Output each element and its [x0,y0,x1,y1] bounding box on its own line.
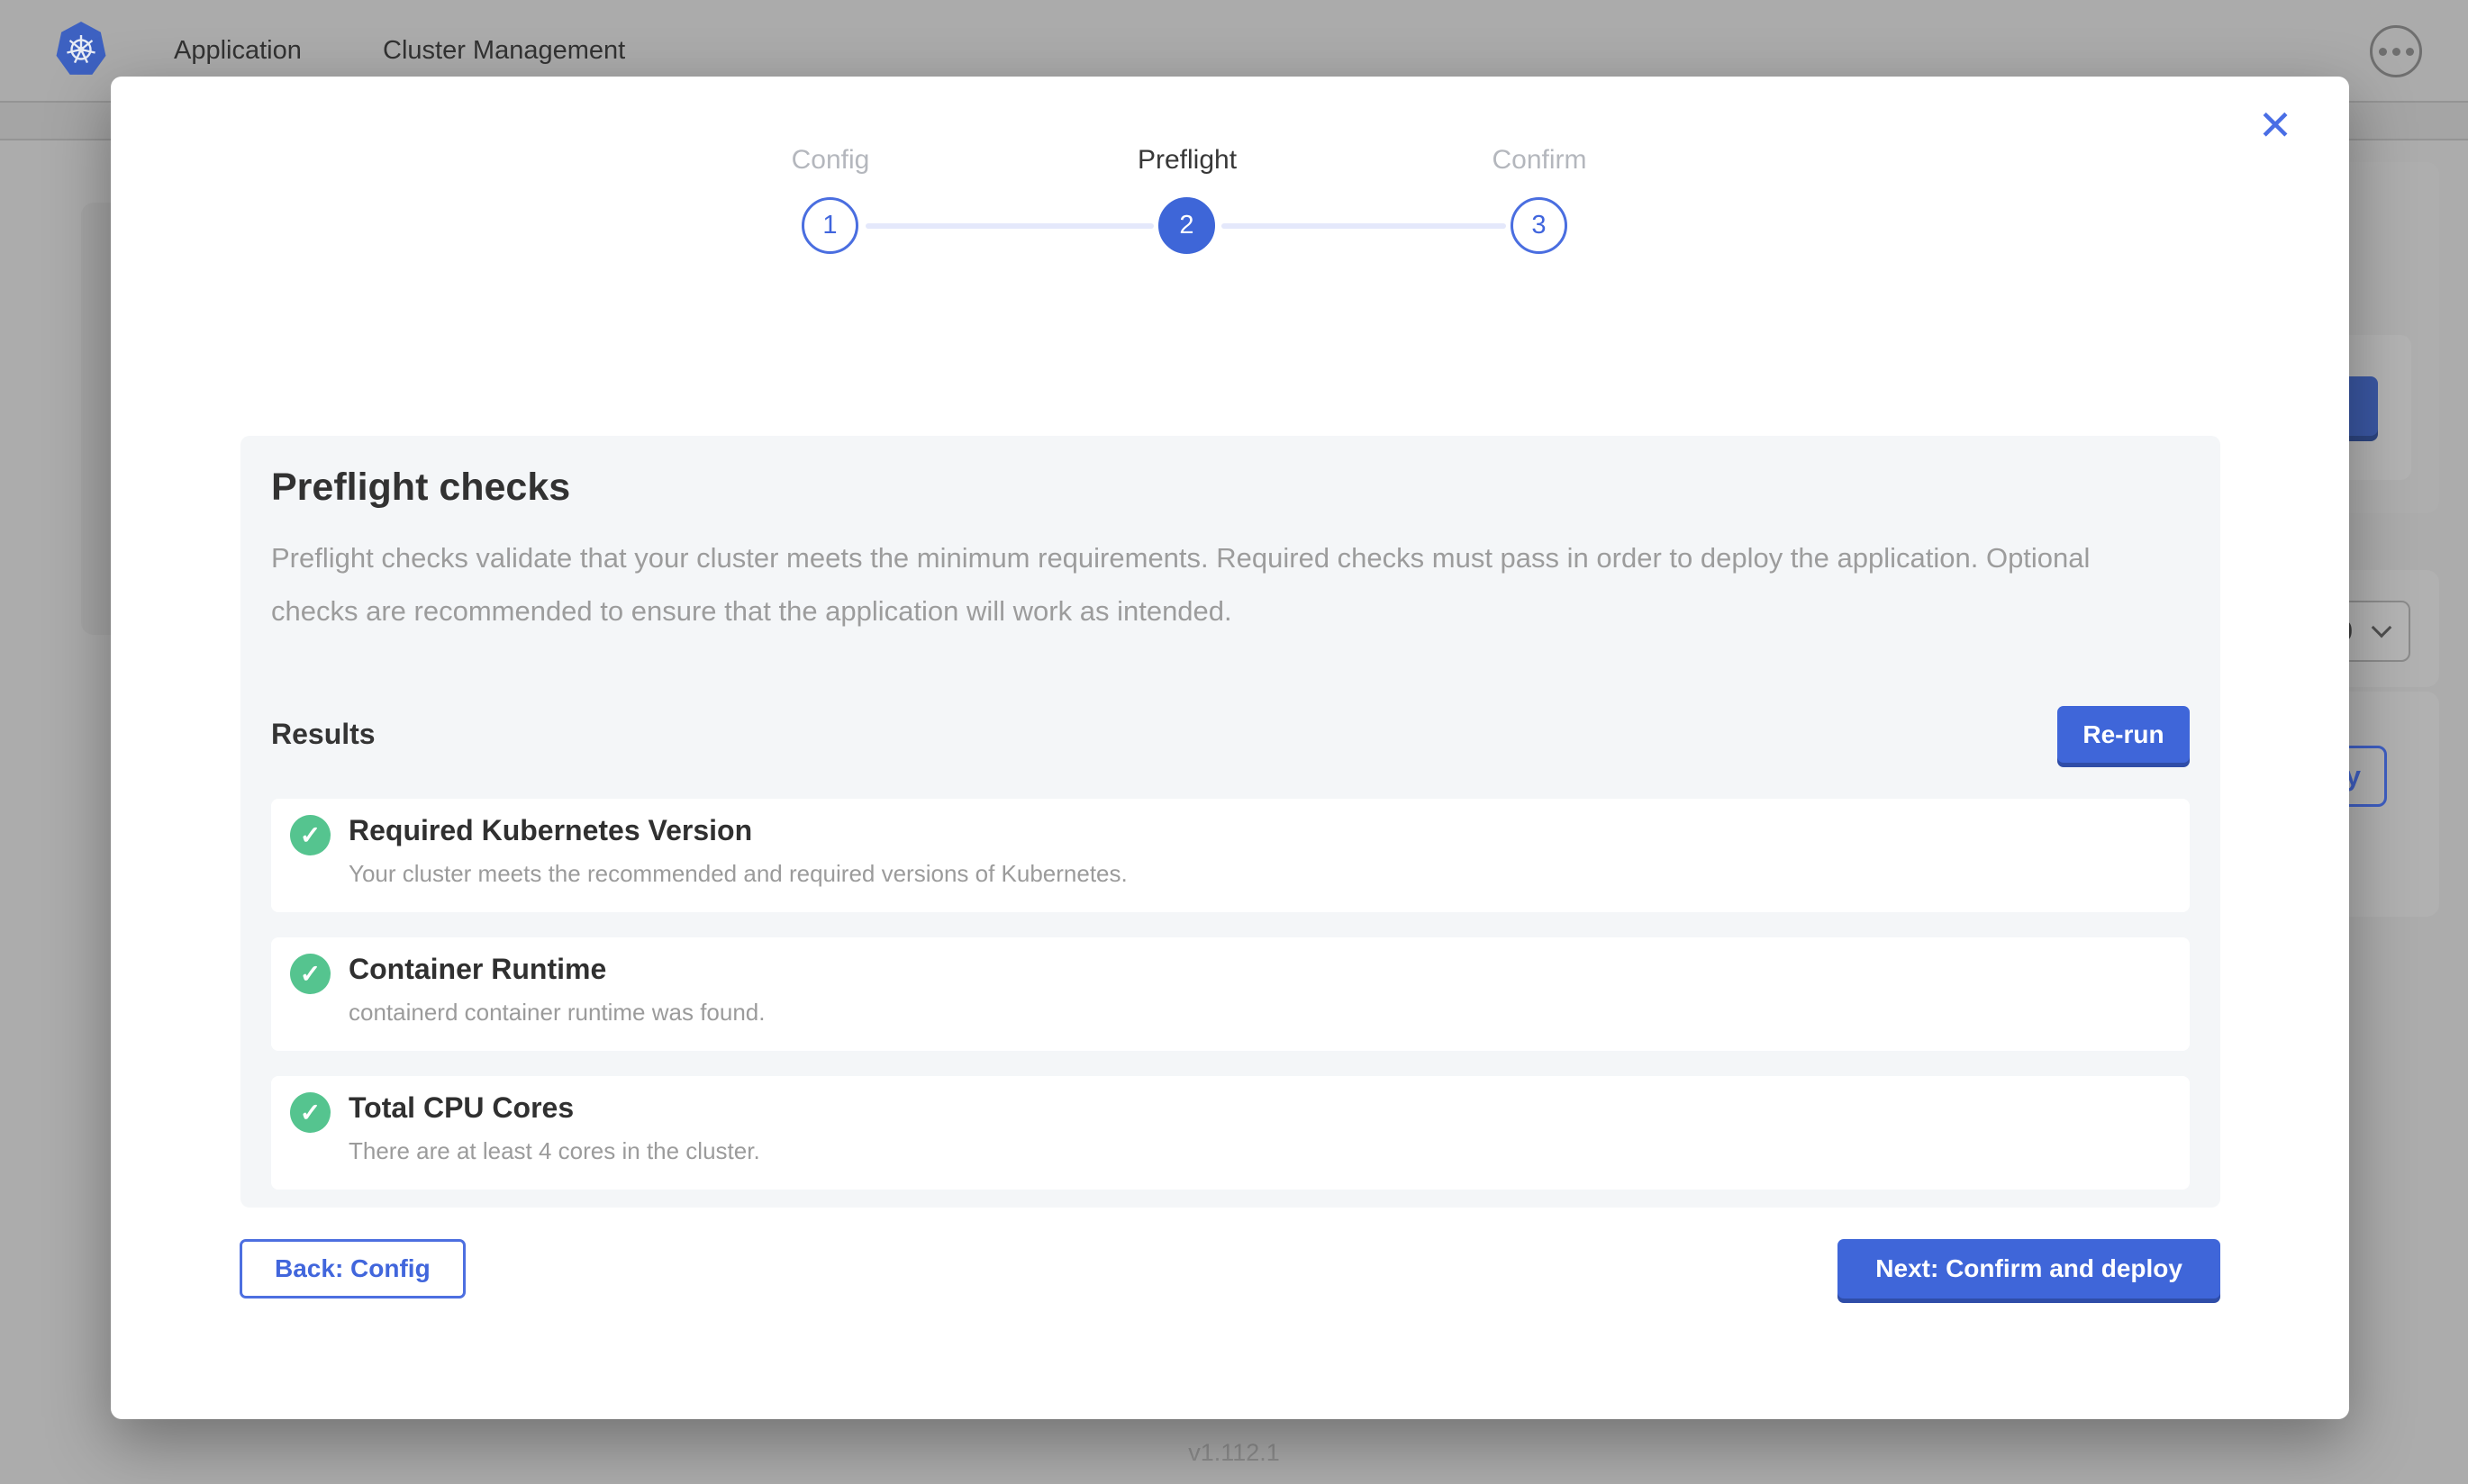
stepper-label-config: Config [695,145,966,176]
stepper-circle-1[interactable]: 1 [802,197,858,254]
app-version-label: v1.112.1 [0,1439,2468,1467]
stepper-circle-2[interactable]: 2 [1158,197,1215,254]
chevron-down-icon [2372,618,2392,638]
stepper-connector-2 [1221,223,1506,229]
check-message: containerd container runtime was found. [349,997,766,1027]
stepper-label-confirm: Confirm [1404,145,1674,176]
kubernetes-logo-icon [56,22,106,77]
stepper-circle-3[interactable]: 3 [1511,197,1567,254]
preflight-card: Preflight checks Preflight checks valida… [240,436,2220,1208]
next-confirm-deploy-button[interactable]: Next: Confirm and deploy [1837,1239,2220,1298]
stepper-label-preflight: Preflight [1052,145,1322,176]
helm-wheel-icon [63,32,99,68]
close-icon[interactable]: ✕ [2252,102,2299,149]
preflight-description: Preflight checks validate that your clus… [271,531,2163,638]
check-list: ✓ Required Kubernetes Version Your clust… [271,799,2190,1190]
check-title: Required Kubernetes Version [349,811,1128,849]
check-pass-icon: ✓ [290,1092,331,1133]
check-row: ✓ Required Kubernetes Version Your clust… [271,799,2190,912]
overflow-menu-icon[interactable] [2370,25,2422,77]
check-title: Container Runtime [349,950,766,988]
check-title: Total CPU Cores [349,1089,760,1127]
preflight-modal: ✕ Config Preflight Confirm 1 2 3 Preflig… [111,77,2349,1419]
rerun-button[interactable]: Re-run [2057,706,2190,763]
check-row: ✓ Container Runtime containerd container… [271,937,2190,1051]
back-config-button[interactable]: Back: Config [240,1239,466,1298]
page-title: Preflight checks [271,463,2190,511]
modal-footer: Back: Config Next: Confirm and deploy [240,1239,2220,1298]
results-heading: Results [271,718,376,751]
check-pass-icon: ✓ [290,815,331,855]
stepper-connector-1 [866,223,1154,229]
check-message: Your cluster meets the recommended and r… [349,858,1128,889]
check-pass-icon: ✓ [290,954,331,994]
check-row: ✓ Total CPU Cores There are at least 4 c… [271,1076,2190,1190]
check-message: There are at least 4 cores in the cluste… [349,1136,760,1166]
results-row: Results Re-run [271,706,2190,763]
